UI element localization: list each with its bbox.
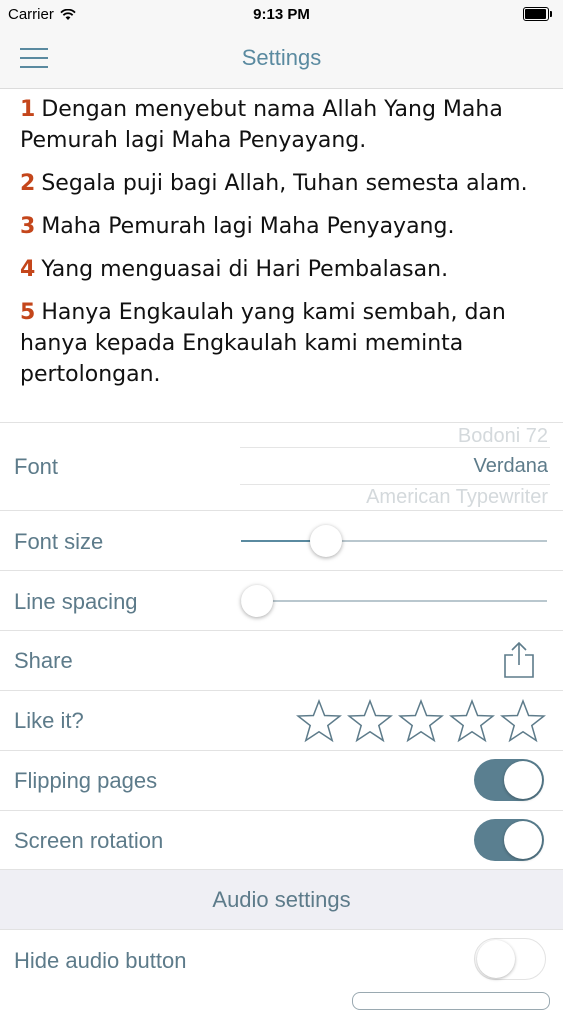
- flipping-pages-toggle[interactable]: [474, 759, 544, 801]
- font-size-row: Font size: [0, 510, 563, 571]
- clock: 9:13 PM: [253, 6, 310, 23]
- verse-item: 5 Hanya Engkaulah yang kami sembah, dan h…: [20, 297, 543, 390]
- partial-control[interactable]: [352, 992, 550, 1010]
- font-option[interactable]: Bodoni 72: [458, 425, 548, 448]
- verse-item: 1 Dengan menyebut nama Allah Yang Maha Pe…: [20, 94, 543, 156]
- flipping-pages-row: Flipping pages: [0, 750, 563, 811]
- hide-audio-toggle[interactable]: [474, 938, 546, 980]
- star-rating[interactable]: [296, 699, 552, 743]
- hide-audio-row: Hide audio button: [0, 929, 563, 990]
- star-icon[interactable]: [449, 699, 495, 743]
- font-picker[interactable]: Bodoni 72 Verdana American Typewriter: [240, 423, 550, 511]
- verse-item: 3 Maha Pemurah lagi Maha Penyayang.: [20, 211, 543, 242]
- verse-item: 2 Segala puji bagi Allah, Tuhan semesta a…: [20, 168, 543, 199]
- rating-label: Like it?: [14, 708, 84, 733]
- page-title: Settings: [241, 45, 322, 70]
- verse-item: 4 Yang menguasai di Hari Pembalasan.: [20, 254, 543, 285]
- audio-settings-header: Audio settings: [0, 869, 563, 930]
- font-row: Font Bodoni 72 Verdana American Typewrit…: [0, 422, 563, 511]
- font-size-slider[interactable]: [241, 523, 547, 559]
- verse-number: 5: [20, 300, 36, 325]
- slider-thumb[interactable]: [241, 585, 273, 617]
- font-option[interactable]: American Typewriter: [366, 486, 548, 509]
- verse-number: 2: [20, 171, 36, 196]
- line-spacing-slider[interactable]: [241, 583, 547, 619]
- verse-number: 1: [20, 97, 36, 122]
- verse-number: 4: [20, 257, 36, 282]
- nav-bar: Settings: [0, 28, 563, 89]
- screen-rotation-toggle[interactable]: [474, 819, 544, 861]
- font-option-selected[interactable]: Verdana: [473, 455, 548, 478]
- line-spacing-row: Line spacing: [0, 570, 563, 631]
- verse-text: Yang menguasai di Hari Pembalasan.: [41, 257, 449, 282]
- verse-text: Segala puji bagi Allah, Tuhan semesta al…: [41, 171, 528, 196]
- share-label: Share: [14, 648, 73, 673]
- settings-list: Font Bodoni 72 Verdana American Typewrit…: [0, 422, 563, 1000]
- battery-icon: [523, 7, 553, 21]
- star-icon[interactable]: [296, 699, 342, 743]
- star-icon[interactable]: [347, 699, 393, 743]
- hide-audio-label: Hide audio button: [14, 948, 187, 973]
- verse-number: 3: [20, 214, 36, 239]
- font-label: Font: [14, 454, 59, 479]
- verse-text: Maha Pemurah lagi Maha Penyayang.: [41, 214, 455, 239]
- rating-row: Like it?: [0, 690, 563, 751]
- share-row[interactable]: Share: [0, 630, 563, 691]
- screen-rotation-label: Screen rotation: [14, 828, 164, 853]
- slider-thumb[interactable]: [309, 525, 342, 557]
- screen-rotation-row: Screen rotation: [0, 810, 563, 870]
- flipping-pages-label: Flipping pages: [14, 768, 158, 793]
- verse-preview: 1 Dengan menyebut nama Allah Yang Maha Pe…: [0, 89, 563, 422]
- slider-track: [241, 600, 547, 602]
- star-icon[interactable]: [398, 699, 444, 743]
- line-spacing-label: Line spacing: [14, 589, 138, 614]
- star-icon[interactable]: [500, 699, 546, 743]
- font-size-label: Font size: [14, 529, 104, 554]
- status-bar: Carrier 9:13 PM: [0, 0, 563, 28]
- verse-text: Hanya Engkaulah yang kami sembah, dan ha…: [20, 300, 506, 387]
- share-icon[interactable]: [503, 641, 535, 679]
- verse-text: Dengan menyebut nama Allah Yang Maha Pem…: [20, 97, 503, 153]
